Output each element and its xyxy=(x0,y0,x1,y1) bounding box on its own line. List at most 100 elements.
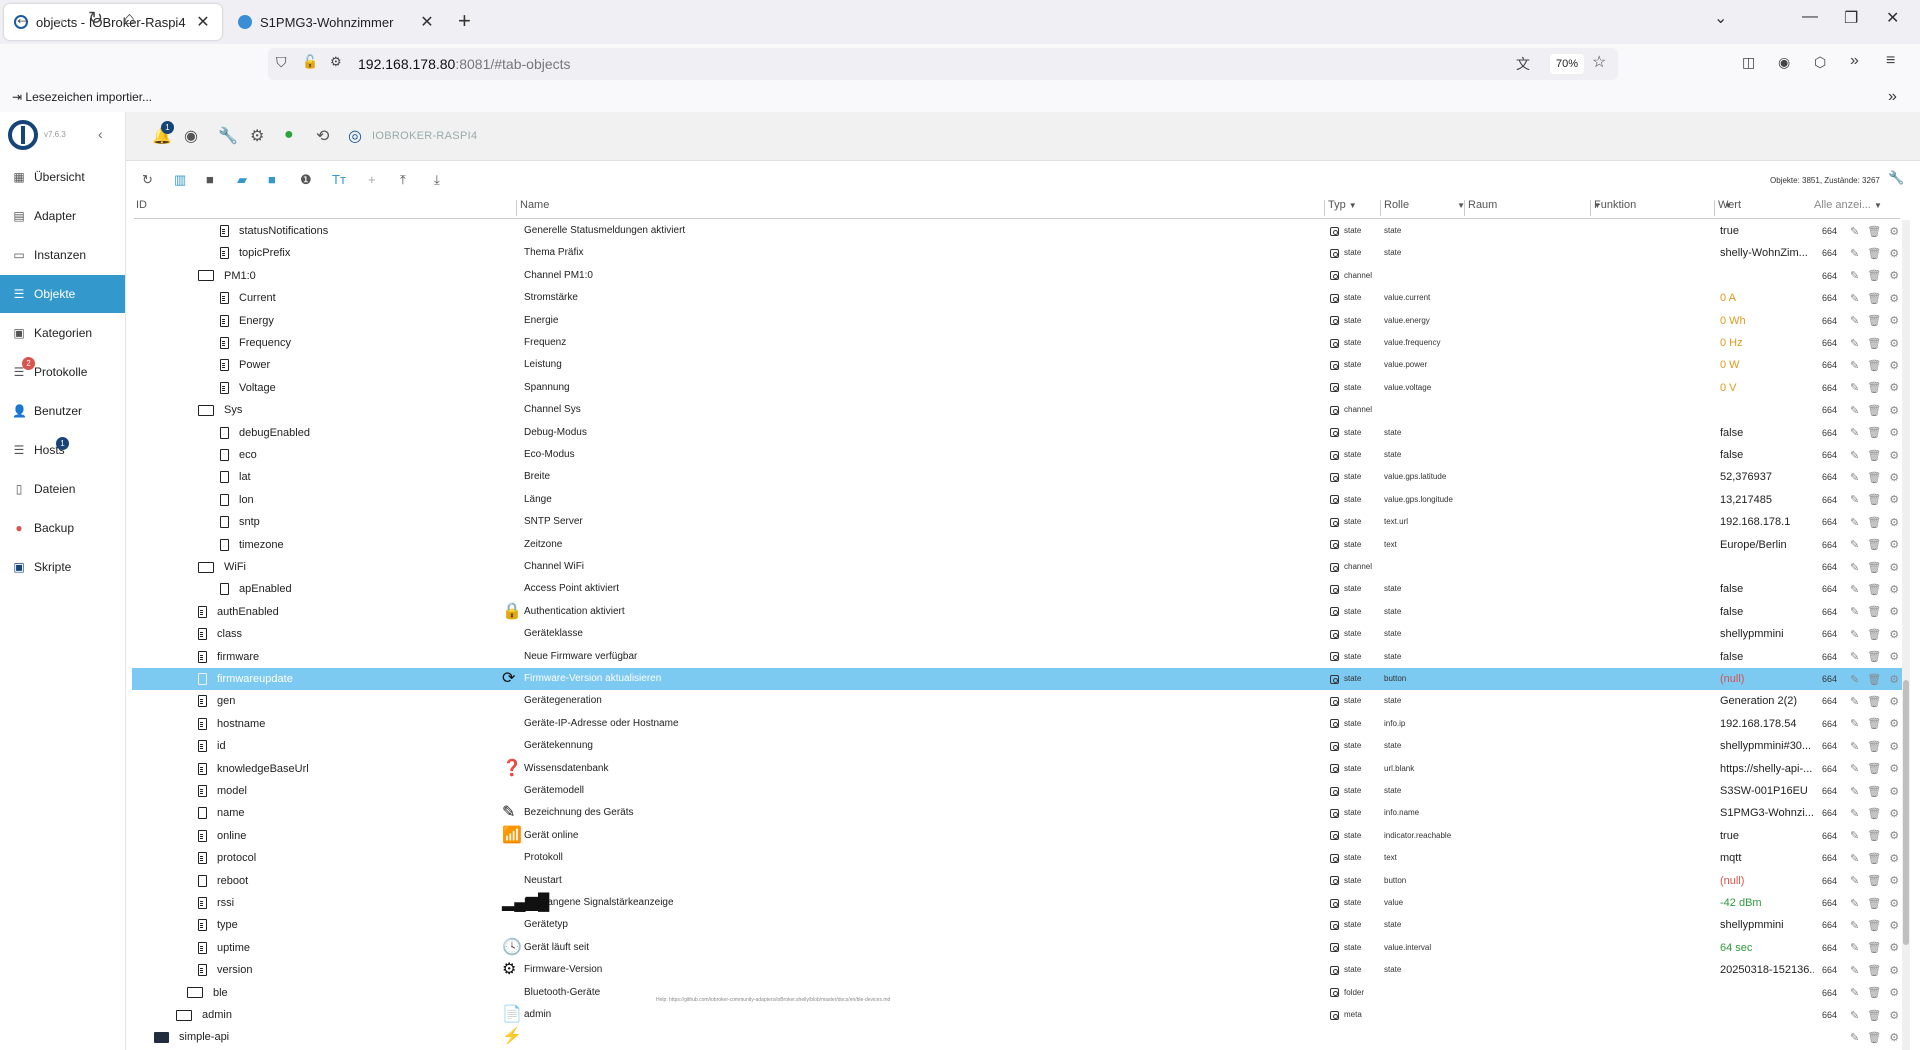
row-settings-icon[interactable]: ⚙ xyxy=(1889,381,1899,394)
table-row[interactable]: simple-api ⚡ ✎ 🗑 ⚙ xyxy=(132,1026,1904,1048)
delete-icon[interactable]: 🗑 xyxy=(1867,225,1881,238)
row-settings-icon[interactable]: ⚙ xyxy=(1889,852,1899,865)
translate-icon[interactable]: 文 xyxy=(1516,54,1530,74)
delete-icon[interactable]: 🗑 xyxy=(1867,471,1881,484)
delete-icon[interactable]: 🗑 xyxy=(1867,449,1881,462)
table-row[interactable]: PM1:0 Channel PM1:0 channel 664 ✎ 🗑 ⚙ xyxy=(132,265,1904,287)
delete-icon[interactable]: 🗑 xyxy=(1867,516,1881,529)
table-row[interactable]: Current Stromstärke state value.current 0 A 6… xyxy=(132,287,1904,309)
object-value[interactable]: Europe/Berlin xyxy=(1720,534,1814,556)
edit-icon[interactable]: ✎ xyxy=(1850,785,1859,798)
sidebar-item-uebersicht[interactable]: ▦ Übersicht xyxy=(0,158,125,196)
edit-icon[interactable]: ✎ xyxy=(1850,941,1859,954)
object-name[interactable]: Leistung xyxy=(524,354,1044,376)
table-row[interactable]: firmware Neue Firmware verfügbar state stat… xyxy=(132,646,1904,668)
edit-icon[interactable]: ✎ xyxy=(1850,964,1859,977)
columns-icon[interactable]: ▥ xyxy=(174,172,186,188)
edit-icon[interactable]: ✎ xyxy=(1850,493,1859,506)
row-settings-icon[interactable]: ⚙ xyxy=(1889,964,1899,977)
home-icon[interactable]: ⌂ xyxy=(124,8,135,29)
sidebar-item-kategorien[interactable]: ▣ Kategorien xyxy=(0,314,125,352)
object-value[interactable]: 192.168.178.54 xyxy=(1720,713,1814,735)
object-value[interactable]: (null) xyxy=(1720,870,1814,892)
table-row[interactable]: gen Gerätegeneration state state Generation … xyxy=(132,690,1904,712)
edit-icon[interactable]: ✎ xyxy=(1850,404,1859,417)
object-name[interactable]: Breite xyxy=(524,466,1044,488)
object-value[interactable] xyxy=(1720,556,1814,578)
expert-mode-icon[interactable]: ● xyxy=(284,126,294,144)
table-row[interactable]: debugEnabled Debug-Modus state state false 66… xyxy=(132,422,1904,444)
object-value[interactable] xyxy=(1720,399,1814,421)
object-id[interactable]: id xyxy=(198,735,512,757)
table-row[interactable]: protocol Protokoll state text mqtt 664 ✎ 🗑 ⚙ xyxy=(132,847,1904,869)
object-name[interactable]: Spannung xyxy=(524,377,1044,399)
table-row[interactable]: sntp SNTP Server state text.url 192.168.178.… xyxy=(132,511,1904,533)
edit-icon[interactable]: ✎ xyxy=(1850,247,1859,260)
object-id[interactable]: Sys xyxy=(198,399,512,421)
lock-icon[interactable]: 🔓 xyxy=(302,54,318,70)
object-name[interactable]: Channel PM1:0 xyxy=(524,265,1044,287)
row-settings-icon[interactable]: ⚙ xyxy=(1889,829,1899,842)
edit-icon[interactable]: ✎ xyxy=(1850,807,1859,820)
object-id[interactable]: firmwareupdate xyxy=(198,668,512,690)
shield-icon[interactable]: ⛉ xyxy=(276,54,287,71)
delete-icon[interactable]: 🗑 xyxy=(1867,628,1881,641)
table-row[interactable]: Energy Energie state value.energy 0 Wh 664 ✎ 🗑 ⚙ xyxy=(132,310,1904,332)
edit-icon[interactable]: ✎ xyxy=(1850,695,1859,708)
upload-icon[interactable]: ⤒ xyxy=(400,172,406,188)
delete-icon[interactable]: 🗑 xyxy=(1867,695,1881,708)
row-settings-icon[interactable]: ⚙ xyxy=(1889,762,1899,775)
object-id[interactable]: Energy xyxy=(220,310,512,332)
object-value[interactable]: 0 Wh xyxy=(1720,310,1814,332)
close-tab-icon[interactable]: ✕ xyxy=(418,12,436,32)
row-settings-icon[interactable]: ⚙ xyxy=(1889,605,1899,618)
row-settings-icon[interactable]: ⚙ xyxy=(1889,493,1899,506)
object-name[interactable]: Neue Firmware verfügbar xyxy=(524,646,1044,668)
sidebar-item-dateien[interactable]: ▯ Dateien xyxy=(0,470,125,508)
delete-icon[interactable]: 🗑 xyxy=(1867,852,1881,865)
object-name[interactable]: Firmware-Version xyxy=(524,959,1044,981)
delete-icon[interactable]: 🗑 xyxy=(1867,964,1881,977)
restore-icon[interactable]: ❐ xyxy=(1844,8,1858,28)
object-value[interactable]: S3SW-001P16EU xyxy=(1720,780,1814,802)
object-value[interactable]: false xyxy=(1720,601,1814,623)
object-value[interactable]: shelly-WohnZim... xyxy=(1720,242,1814,264)
close-window-icon[interactable]: ✕ xyxy=(1886,8,1899,28)
row-settings-icon[interactable]: ⚙ xyxy=(1889,516,1899,529)
restart-icon[interactable]: ⟲ xyxy=(316,126,329,146)
url-text[interactable]: 192.168.178.80:8081/#tab-objects xyxy=(358,56,571,72)
object-id[interactable]: hostname xyxy=(198,713,512,735)
edit-icon[interactable]: ✎ xyxy=(1850,605,1859,618)
delete-icon[interactable]: 🗑 xyxy=(1867,1031,1881,1044)
table-row[interactable]: apEnabled Access Point aktiviert state stat… xyxy=(132,578,1904,600)
delete-icon[interactable]: 🗑 xyxy=(1867,673,1881,686)
delete-icon[interactable]: 🗑 xyxy=(1867,247,1881,260)
edit-icon[interactable]: ✎ xyxy=(1850,292,1859,305)
object-id[interactable]: simple-api xyxy=(154,1026,512,1048)
object-name[interactable]: Debug-Modus xyxy=(524,422,1044,444)
object-id[interactable]: rssi xyxy=(198,892,512,914)
edit-icon[interactable]: ✎ xyxy=(1850,337,1859,350)
col-header-name[interactable]: Name xyxy=(520,199,549,217)
object-value[interactable] xyxy=(1720,1026,1814,1048)
col-header-type[interactable]: Typ ▼ xyxy=(1328,199,1357,217)
table-row[interactable]: admin admin 📄 meta 664 ✎ 🗑 ⚙ xyxy=(132,1004,1904,1026)
table-row[interactable]: topicPrefix Thema Präfix state state shelly-… xyxy=(132,242,1904,264)
row-settings-icon[interactable]: ⚙ xyxy=(1889,269,1899,282)
object-value[interactable]: https://shelly-api-... xyxy=(1720,758,1814,780)
object-name[interactable]: Gerät läuft seit xyxy=(524,937,1044,959)
edit-icon[interactable]: ✎ xyxy=(1850,628,1859,641)
object-id[interactable]: sntp xyxy=(220,511,512,533)
table-row[interactable]: knowledgeBaseUrl Wissensdatenbank ❓ state ur… xyxy=(132,758,1904,780)
text-size-icon[interactable]: Tт xyxy=(332,172,346,187)
expand-all-icon[interactable]: ▰ xyxy=(237,172,247,188)
object-name[interactable]: Energie xyxy=(524,310,1044,332)
object-value[interactable]: 0 A xyxy=(1720,287,1814,309)
object-value[interactable]: 52,376937 xyxy=(1720,466,1814,488)
row-settings-icon[interactable]: ⚙ xyxy=(1889,919,1899,932)
row-settings-icon[interactable]: ⚙ xyxy=(1889,538,1899,551)
object-value[interactable]: false xyxy=(1720,444,1814,466)
eye-icon[interactable]: ◉ xyxy=(184,126,198,146)
folder-icon[interactable]: ■ xyxy=(206,172,214,187)
object-id[interactable]: Power xyxy=(220,354,512,376)
